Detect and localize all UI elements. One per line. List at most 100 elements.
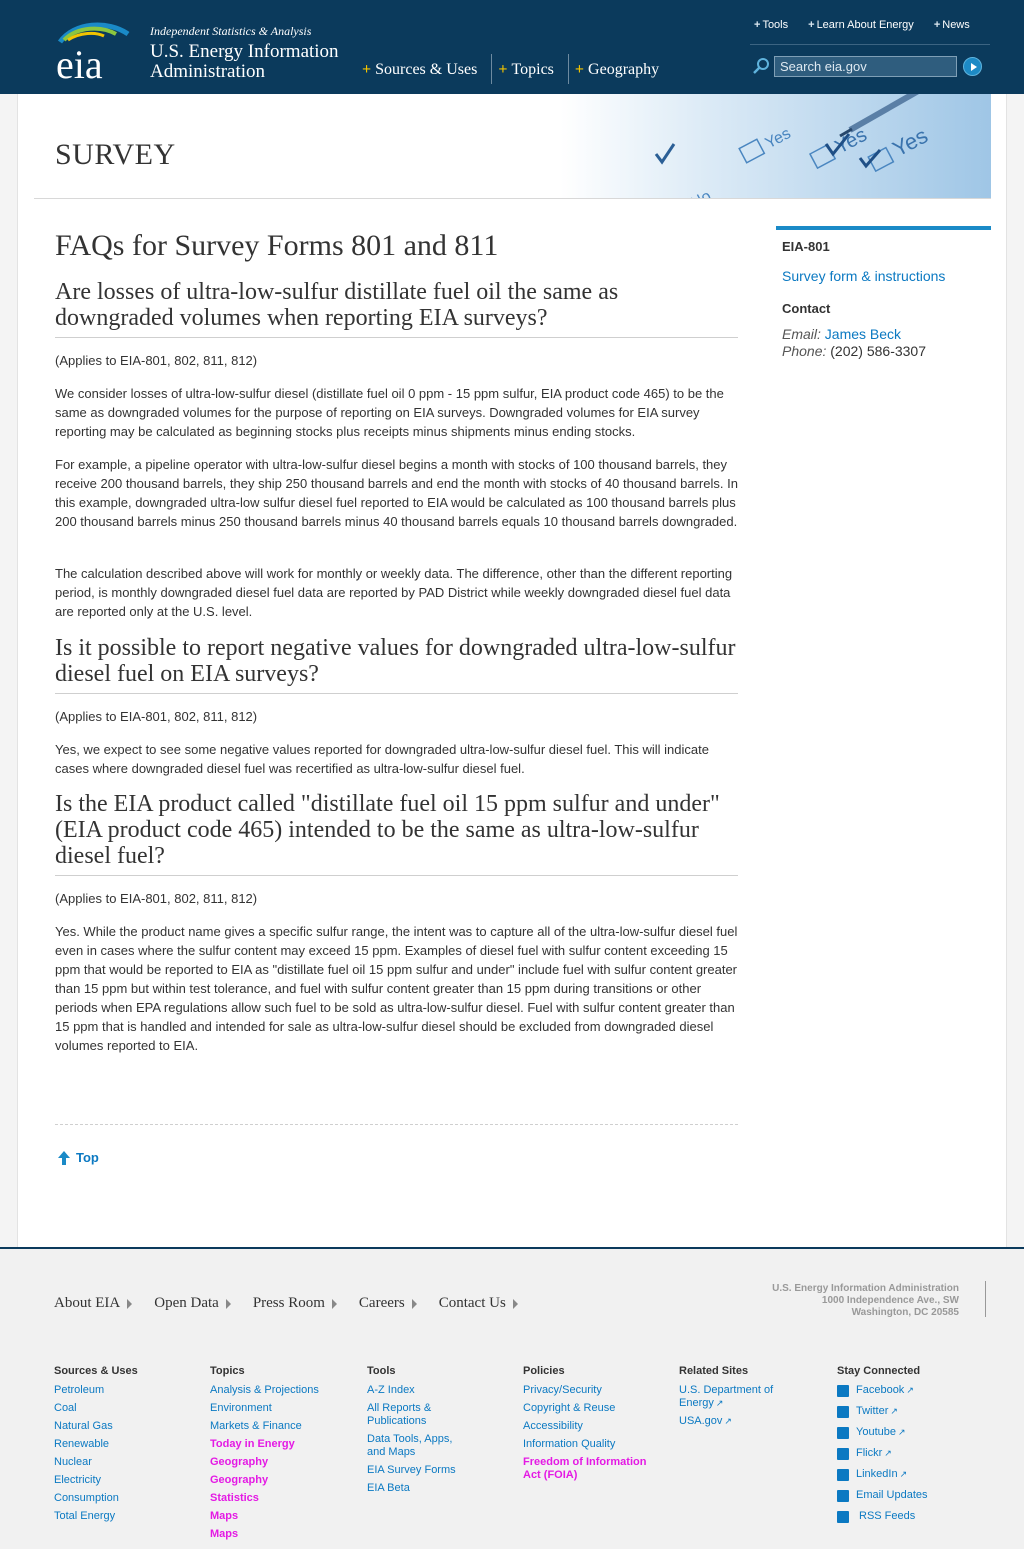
footer-link-renewable[interactable]: Renewable xyxy=(54,1438,199,1451)
footer-link-coal[interactable]: Coal xyxy=(54,1402,199,1415)
footer-nav-contact[interactable]: Contact Us xyxy=(439,1295,518,1312)
footer-link-markets[interactable]: Markets & Finance xyxy=(210,1420,355,1433)
email-contact-link[interactable]: James Beck xyxy=(825,326,901,342)
footer-link-accessibility[interactable]: Accessibility xyxy=(523,1420,648,1433)
utility-nav: + Tools + Learn About Energy + News xyxy=(754,19,990,31)
footer-link-foia[interactable]: Freedom of Information Act (FOIA) xyxy=(523,1456,648,1482)
faq-answer-1-p3: The calculation described above will wor… xyxy=(55,566,733,619)
sidebar-contact-heading: Contact xyxy=(782,301,831,316)
sidebar: EIA-801 Survey form & instructions Conta… xyxy=(776,226,991,359)
tagline: Independent Statistics & Analysis xyxy=(150,24,312,38)
footer-link-consumption[interactable]: Consumption xyxy=(54,1492,199,1505)
banner-divider xyxy=(34,198,991,199)
footer-address: U.S. Energy Information Administration 1… xyxy=(772,1283,959,1318)
footer-link-electricity[interactable]: Electricity xyxy=(54,1474,199,1487)
main-nav: + Sources & Uses + Topics + Geography xyxy=(356,54,673,84)
search-submit-button[interactable] xyxy=(963,57,982,76)
twitter-icon xyxy=(837,1405,849,1418)
footer-col-stay-connected: Stay Connected Facebook ↗ Twitter ↗ Youtub… xyxy=(837,1365,967,1528)
back-to-top-link[interactable]: Top xyxy=(58,1150,99,1165)
footer-nav-careers[interactable]: Careers xyxy=(359,1295,417,1312)
footer-link-maps-2[interactable]: Maps xyxy=(210,1528,355,1541)
footer-link-privacy[interactable]: Privacy/Security xyxy=(523,1384,648,1397)
footer-link-geography-2[interactable]: Geography xyxy=(210,1474,355,1487)
footer-link-analysis[interactable]: Analysis & Projections xyxy=(210,1384,355,1397)
external-link-icon: ↗ xyxy=(724,1416,732,1426)
footer-link-natural-gas[interactable]: Natural Gas xyxy=(54,1420,199,1433)
footer-link-doe[interactable]: U.S. Department of Energy ↗ xyxy=(679,1384,789,1410)
footer-link-total-energy[interactable]: Total Energy xyxy=(54,1510,199,1523)
footer-link-linkedin[interactable]: LinkedIn ↗ xyxy=(837,1468,967,1481)
nav-topics[interactable]: + Topics xyxy=(492,54,569,84)
footer-link-nuclear[interactable]: Nuclear xyxy=(54,1456,199,1469)
survey-checklist-image: No Yes No Yes No Yes No xyxy=(560,94,991,198)
util-news[interactable]: + News xyxy=(934,19,970,31)
nav-geography[interactable]: + Geography xyxy=(569,54,673,84)
util-learn-about-energy[interactable]: + Learn About Energy xyxy=(808,19,914,31)
org-name[interactable]: U.S. Energy Information Administration xyxy=(150,42,360,82)
footer-nav-open-data[interactable]: Open Data xyxy=(154,1295,231,1312)
phone-label: Phone: xyxy=(782,343,827,359)
util-divider xyxy=(750,44,990,45)
footer-link-maps[interactable]: Maps xyxy=(210,1510,355,1523)
search-input[interactable] xyxy=(774,56,957,77)
contact-email: Email: James Beck xyxy=(782,326,991,342)
footer-col-tools: Tools A-Z Index All Reports & Publicatio… xyxy=(367,1365,467,1500)
footer-link-petroleum[interactable]: Petroleum xyxy=(54,1384,199,1397)
contact-phone: Phone: (202) 586-3307 xyxy=(782,343,991,359)
faq-answer-3-p1: Yes. While the product name gives a spec… xyxy=(55,924,738,1053)
footer-link-data-tools[interactable]: Data Tools, Apps, and Maps xyxy=(367,1433,467,1459)
faq-answer-2-p1: Yes, we expect to see some negative valu… xyxy=(55,742,709,776)
content-end-divider xyxy=(55,1124,738,1125)
nav-sources-uses[interactable]: + Sources & Uses xyxy=(356,54,493,84)
footer-link-facebook[interactable]: Facebook ↗ xyxy=(837,1384,967,1397)
sidebar-form-heading: EIA-801 xyxy=(782,239,830,254)
footer-link-copyright[interactable]: Copyright & Reuse xyxy=(523,1402,648,1415)
external-link-icon: ↗ xyxy=(715,1398,724,1408)
footer-link-flickr[interactable]: Flickr ↗ xyxy=(837,1447,967,1460)
footer-link-all-reports[interactable]: All Reports & Publications xyxy=(367,1402,467,1428)
eia-logo-icon[interactable]: eia xyxy=(52,20,136,82)
phone-number: (202) 586-3307 xyxy=(830,343,927,359)
footer-link-twitter[interactable]: Twitter ↗ xyxy=(837,1405,967,1418)
faq-question-3: Is the EIA product called "distillate fu… xyxy=(55,791,738,876)
footer-link-geography[interactable]: Geography xyxy=(210,1456,355,1469)
faq-question-1: Are losses of ultra-low-sulfur distillat… xyxy=(55,279,738,338)
footer-col-topics: Topics Analysis & Projections Environmen… xyxy=(210,1365,355,1546)
page-title: FAQs for Survey Forms 801 and 811 xyxy=(55,229,499,262)
faq-applies-2: (Applies to EIA-801, 802, 811, 812) xyxy=(55,709,258,724)
footer-link-email-updates[interactable]: Email Updates xyxy=(837,1489,967,1502)
footer-nav-press-room[interactable]: Press Room xyxy=(253,1295,337,1312)
email-icon xyxy=(837,1489,849,1502)
faq-answer-1-p2: For example, a pipeline operator with ul… xyxy=(55,457,738,529)
footer-link-eia-beta[interactable]: EIA Beta xyxy=(367,1482,467,1495)
page-gutter-right xyxy=(1007,94,1024,1247)
footer-col-sources-uses: Sources & Uses Petroleum Coal Natural Ga… xyxy=(54,1365,199,1528)
arrow-up-icon xyxy=(58,1150,70,1165)
faq-applies-3: (Applies to EIA-801, 802, 811, 812) xyxy=(55,891,258,906)
footer-link-survey-forms[interactable]: EIA Survey Forms xyxy=(367,1464,467,1477)
faq-question-2: Is it possible to report negative values… xyxy=(55,635,738,694)
footer-nav-about[interactable]: About EIA xyxy=(54,1295,133,1312)
footer-top-nav: About EIA Open Data Press Room Careers C… xyxy=(54,1295,540,1312)
survey-form-link[interactable]: Survey form & instructions xyxy=(782,268,991,284)
footer-link-statistics[interactable]: Statistics xyxy=(210,1492,355,1505)
page-gutter-left xyxy=(0,94,17,1247)
footer-link-environment[interactable]: Environment xyxy=(210,1402,355,1415)
footer-link-rss[interactable]: RSS Feeds xyxy=(837,1510,967,1523)
footer-link-today-in-energy[interactable]: Today in Energy xyxy=(210,1438,355,1451)
util-tools[interactable]: + Tools xyxy=(754,19,788,31)
rss-icon xyxy=(837,1510,849,1523)
footer-link-az-index[interactable]: A-Z Index xyxy=(367,1384,467,1397)
back-to-top-label: Top xyxy=(76,1150,99,1165)
linkedin-icon xyxy=(837,1468,849,1481)
page-banner-title: SURVEY xyxy=(55,138,176,171)
main-content: FAQs for Survey Forms 801 and 811 Are lo… xyxy=(55,228,738,1055)
flickr-icon xyxy=(837,1447,849,1460)
site-header: eia Independent Statistics & Analysis U.… xyxy=(0,0,1024,94)
faq-answer-1-p1: We consider losses of ultra-low-sulfur d… xyxy=(55,386,724,439)
youtube-icon xyxy=(837,1426,849,1439)
footer-link-usagov[interactable]: USA.gov ↗ xyxy=(679,1415,789,1428)
footer-link-youtube[interactable]: Youtube ↗ xyxy=(837,1426,967,1439)
footer-link-info-quality[interactable]: Information Quality xyxy=(523,1438,648,1451)
